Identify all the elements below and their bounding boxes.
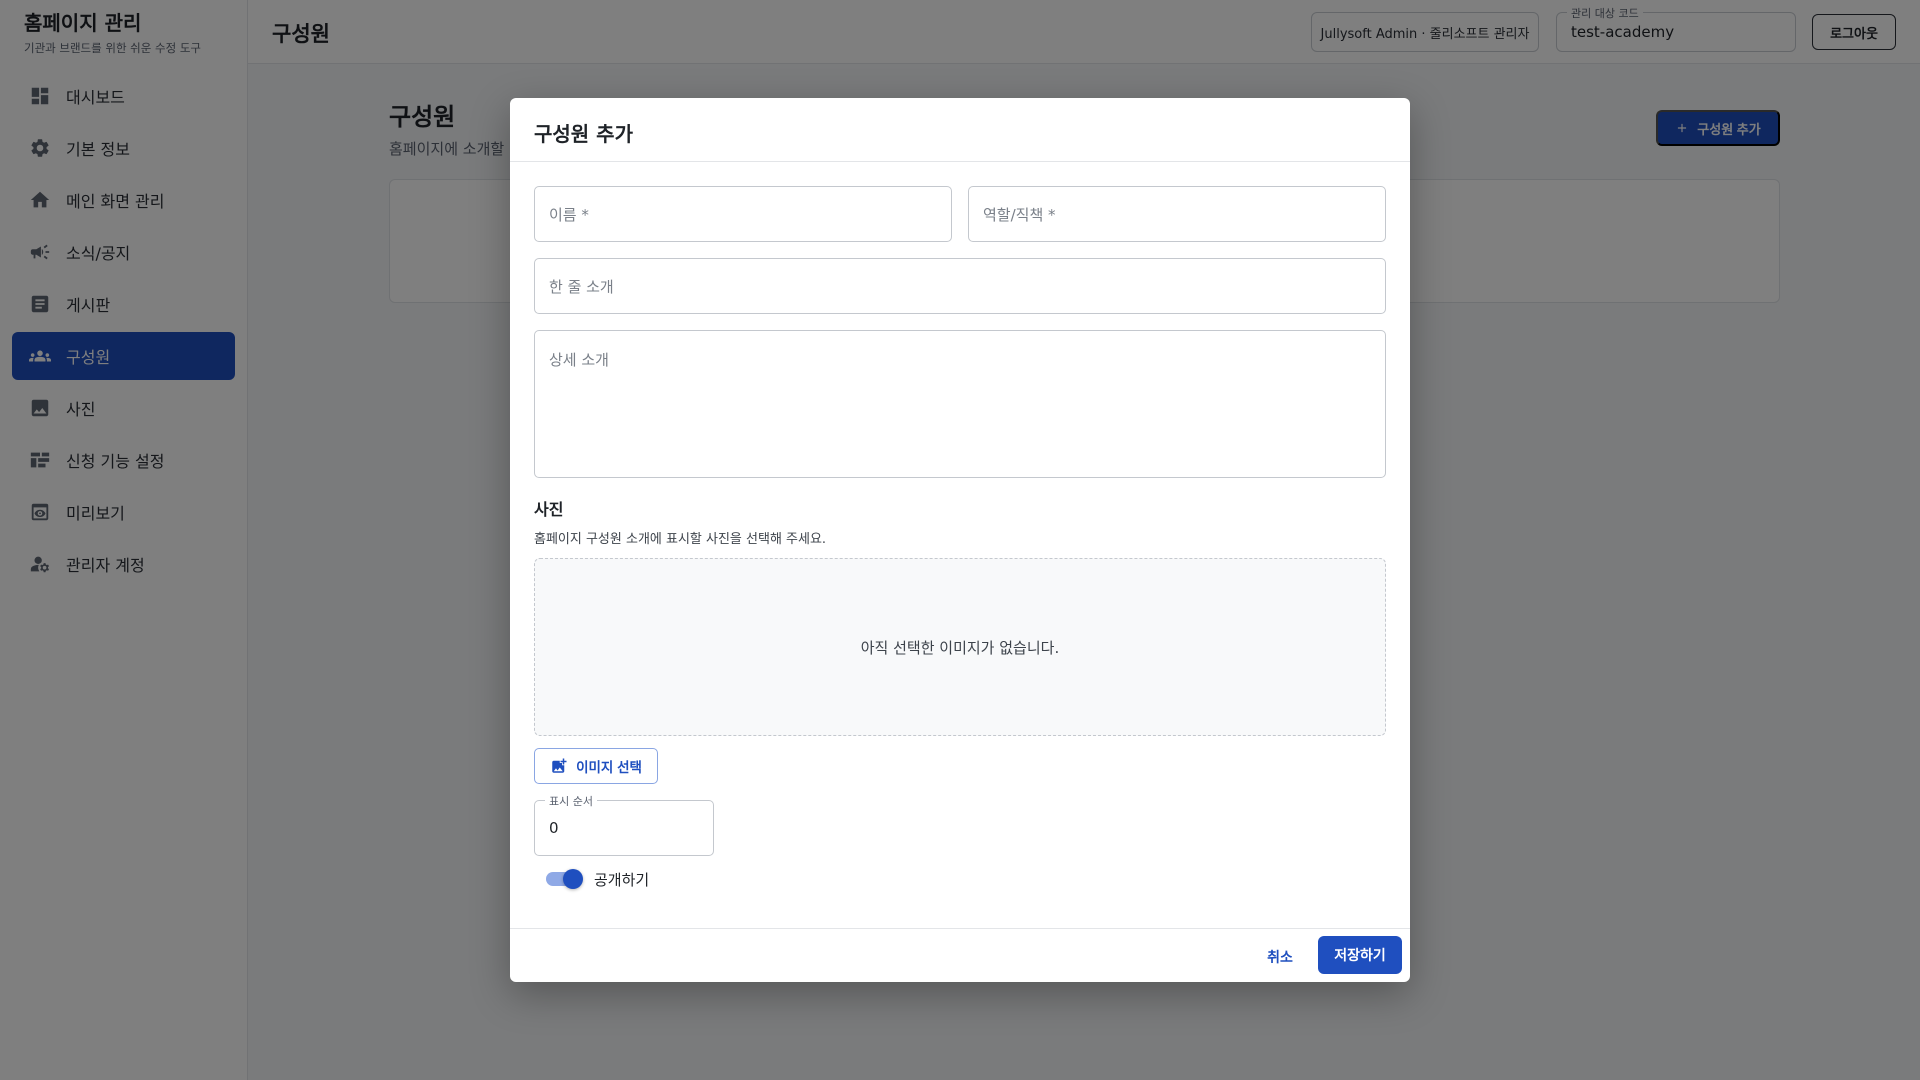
add-photo-icon	[552, 758, 567, 773]
select-image-button[interactable]: 이미지 선택	[534, 748, 658, 784]
save-button[interactable]: 저장하기	[1318, 936, 1402, 974]
photo-section-title: 사진	[534, 500, 564, 519]
select-image-label: 이미지 선택	[576, 760, 642, 775]
dialog-header: 구성원 추가	[510, 98, 1410, 162]
image-dropzone[interactable]: 아직 선택한 이미지가 없습니다.	[534, 558, 1386, 736]
public-toggle-row: 공개하기	[546, 868, 649, 890]
detail-intro-textarea[interactable]: 상세 소개	[534, 330, 1386, 478]
photo-section-desc: 홈페이지 구성원 소개에 표시할 사진을 선택해 주세요.	[534, 532, 827, 547]
oneline-intro-input[interactable]: 한 줄 소개	[534, 258, 1386, 314]
add-member-dialog: 구성원 추가 이름 * 역할/직책 * 한 줄 소개 상세 소개 사진 홈페이지…	[510, 98, 1410, 982]
name-input[interactable]: 이름 *	[534, 186, 952, 242]
cancel-button[interactable]: 취소	[1254, 940, 1306, 974]
detail-placeholder: 상세 소개	[549, 351, 609, 369]
dialog-title: 구성원 추가	[534, 122, 633, 146]
public-toggle-label: 공개하기	[594, 870, 650, 889]
dialog-footer: 취소 저장하기	[510, 928, 1410, 982]
name-placeholder: 이름 *	[549, 206, 589, 224]
display-order-legend: 표시 순서	[545, 793, 597, 809]
role-placeholder: 역할/직책 *	[983, 206, 1056, 224]
display-order-value: 0	[549, 819, 559, 837]
no-image-text: 아직 선택한 이미지가 없습니다.	[860, 638, 1060, 657]
toggle-thumb	[563, 869, 583, 889]
oneline-placeholder: 한 줄 소개	[549, 278, 614, 296]
display-order-input[interactable]: 표시 순서 0	[534, 793, 714, 856]
role-input[interactable]: 역할/직책 *	[968, 186, 1386, 242]
public-toggle[interactable]	[546, 868, 584, 890]
dialog-body: 이름 * 역할/직책 * 한 줄 소개 상세 소개 사진 홈페이지 구성원 소개…	[510, 162, 1410, 918]
